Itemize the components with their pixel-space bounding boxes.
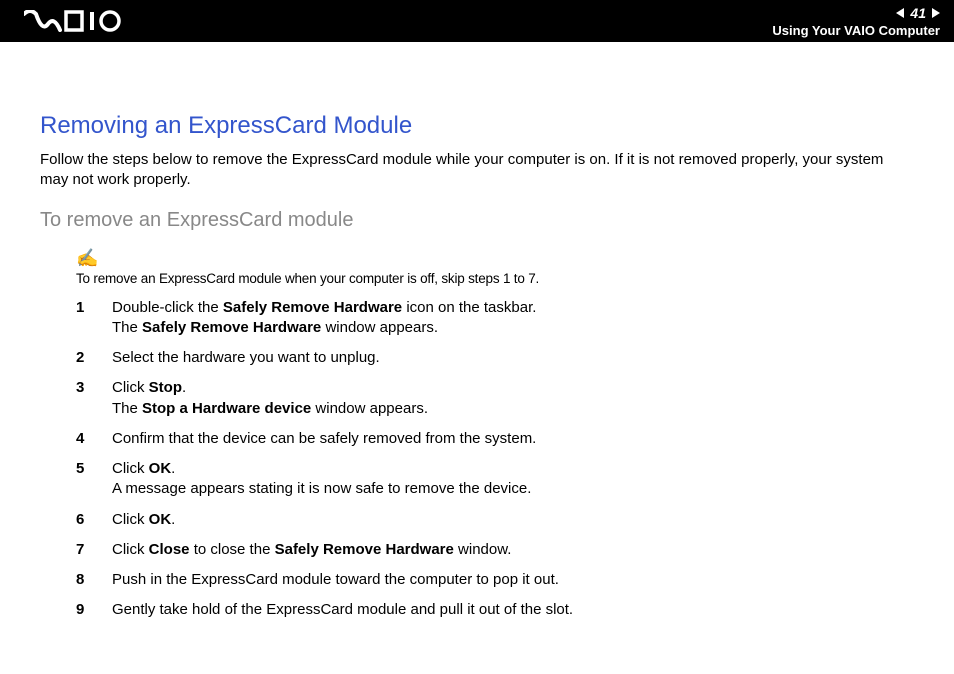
prev-page-arrow-icon[interactable] (896, 8, 904, 18)
page-heading: Removing an ExpressCard Module (40, 112, 914, 140)
step-8: 8 Push in the ExpressCard module toward … (76, 570, 914, 590)
step-text: Push in the ExpressCard module toward th… (112, 570, 914, 590)
page-number: 41 (908, 5, 928, 21)
step-text: Click OK. (112, 510, 914, 530)
note-icon: ✍ (76, 248, 98, 269)
step-text: Double-click the Safely Remove Hardware … (112, 298, 914, 339)
note-text: To remove an ExpressCard module when you… (76, 271, 914, 286)
step-2: 2 Select the hardware you want to unplug… (76, 348, 914, 368)
step-number: 8 (76, 570, 112, 590)
step-text: Select the hardware you want to unplug. (112, 348, 914, 368)
intro-paragraph: Follow the steps below to remove the Exp… (40, 150, 914, 191)
header-right: 41 Using Your VAIO Computer (772, 5, 940, 38)
step-text: Click OK. A message appears stating it i… (112, 459, 914, 500)
step-text: Gently take hold of the ExpressCard modu… (112, 600, 914, 620)
note-block: ✍ To remove an ExpressCard module when y… (76, 248, 914, 286)
step-7: 7 Click Close to close the Safely Remove… (76, 540, 914, 560)
step-5: 5 Click OK. A message appears stating it… (76, 459, 914, 500)
next-page-arrow-icon[interactable] (932, 8, 940, 18)
header-bar: 41 Using Your VAIO Computer (0, 0, 954, 42)
step-text: Click Stop. The Stop a Hardware device w… (112, 378, 914, 419)
step-4: 4 Confirm that the device can be safely … (76, 429, 914, 449)
sub-heading: To remove an ExpressCard module (40, 209, 914, 232)
step-1: 1 Double-click the Safely Remove Hardwar… (76, 298, 914, 339)
step-number: 1 (76, 298, 112, 318)
step-number: 3 (76, 378, 112, 398)
step-number: 7 (76, 540, 112, 560)
step-3: 3 Click Stop. The Stop a Hardware device… (76, 378, 914, 419)
breadcrumb: Using Your VAIO Computer (772, 23, 940, 38)
step-6: 6 Click OK. (76, 510, 914, 530)
step-number: 2 (76, 348, 112, 368)
page-nav: 41 (896, 5, 940, 21)
step-number: 5 (76, 459, 112, 479)
step-number: 6 (76, 510, 112, 530)
page-content: Removing an ExpressCard Module Follow th… (0, 42, 954, 621)
vaio-logo (24, 0, 124, 42)
step-9: 9 Gently take hold of the ExpressCard mo… (76, 600, 914, 620)
step-number: 9 (76, 600, 112, 620)
steps-list: 1 Double-click the Safely Remove Hardwar… (76, 298, 914, 621)
step-text: Click Close to close the Safely Remove H… (112, 540, 914, 560)
step-text: Confirm that the device can be safely re… (112, 429, 914, 449)
vaio-logo-svg (24, 10, 124, 32)
step-number: 4 (76, 429, 112, 449)
